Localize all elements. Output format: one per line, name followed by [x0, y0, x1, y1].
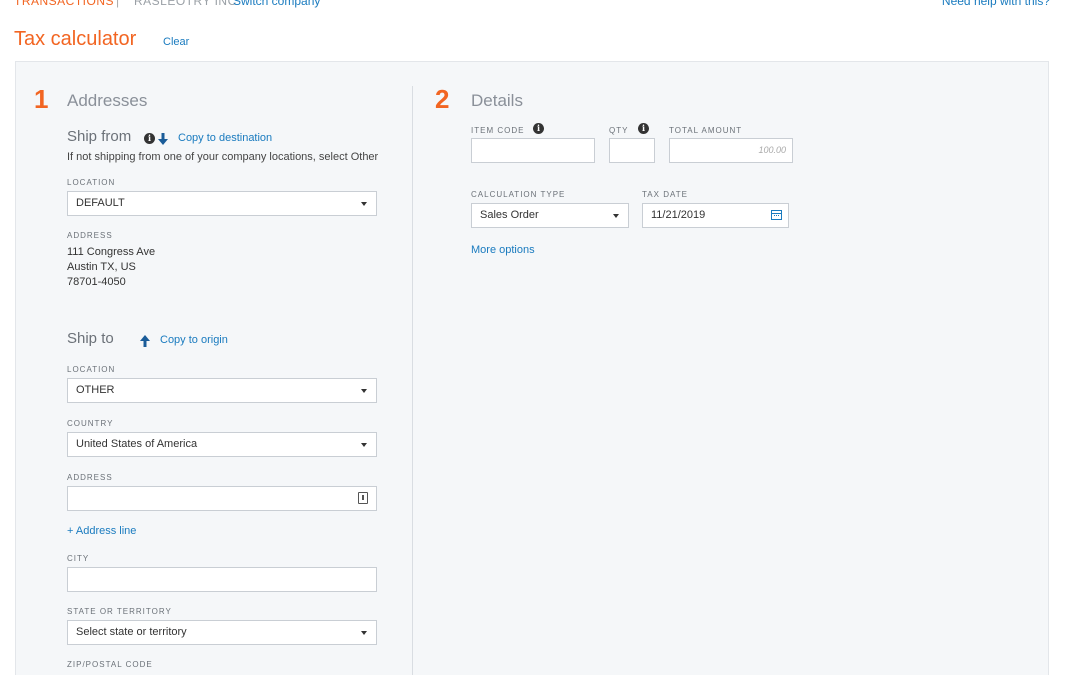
clear-link[interactable]: Clear — [163, 36, 189, 48]
ship-to-country-label: COUNTRY — [67, 419, 114, 428]
calculation-type-label: CALCULATION TYPE — [471, 190, 566, 199]
calculation-type-value: Sales Order — [480, 209, 539, 221]
item-code-input[interactable] — [471, 138, 595, 163]
tax-date-label: TAX DATE — [642, 190, 688, 199]
add-address-line-link[interactable]: + Address line — [67, 525, 136, 537]
qty-label: QTY — [609, 126, 629, 135]
copy-to-origin-link[interactable]: Copy to origin — [160, 334, 228, 346]
arrow-up-icon — [140, 335, 150, 347]
ship-to-city-label: CITY — [67, 554, 90, 563]
calendar-icon[interactable] — [771, 210, 782, 220]
item-code-info-icon[interactable]: i — [533, 123, 544, 134]
ship-to-address-label: ADDRESS — [67, 473, 113, 482]
ship-to-location-value: OTHER — [76, 384, 115, 396]
total-amount-placeholder: 100.00 — [758, 145, 786, 155]
ship-from-location-value: DEFAULT — [76, 197, 125, 209]
page-title: Tax calculator — [14, 28, 137, 50]
company-name: RASLEOTRY INC — [134, 0, 237, 8]
copy-to-destination-link[interactable]: Copy to destination — [178, 132, 272, 144]
chevron-down-icon — [361, 202, 367, 206]
column-divider — [412, 86, 413, 675]
tax-date-input[interactable]: 11/21/2019 — [642, 203, 789, 228]
ship-to-country-value: United States of America — [76, 438, 198, 450]
ship-from-address-label: ADDRESS — [67, 231, 113, 240]
step-number-addresses: 1 — [34, 84, 49, 114]
ship-from-hint: If not shipping from one of your company… — [67, 151, 379, 163]
tax-date-value: 11/21/2019 — [651, 209, 706, 221]
ship-from-location-label: LOCATION — [67, 178, 116, 187]
switch-company-link[interactable]: Switch company — [233, 0, 320, 8]
ship-to-zip-label: ZIP/POSTAL CODE — [67, 660, 153, 669]
ship-to-state-value: Select state or territory — [76, 626, 187, 638]
step-number-details: 2 — [435, 84, 450, 114]
chevron-down-icon — [361, 389, 367, 393]
ship-from-address-line2: Austin TX, US — [67, 261, 136, 273]
tax-calculator-panel: 1 Addresses Ship from i Copy to destinat… — [15, 61, 1049, 675]
address-lookup-icon[interactable] — [358, 492, 368, 504]
qty-input[interactable] — [609, 138, 655, 163]
details-heading: Details — [471, 91, 523, 110]
total-amount-label: TOTAL AMOUNT — [669, 126, 743, 135]
addresses-heading: Addresses — [67, 91, 148, 110]
breadcrumb-transactions[interactable]: TRANSACTIONS — [14, 0, 114, 8]
ship-to-city-input[interactable] — [67, 567, 377, 592]
chevron-down-icon — [613, 214, 619, 218]
total-amount-input[interactable]: 100.00 — [669, 138, 793, 163]
ship-to-country-select[interactable]: United States of America — [67, 432, 377, 457]
item-code-label: ITEM CODE — [471, 126, 525, 135]
ship-to-heading: Ship to — [67, 330, 114, 347]
ship-to-state-label: STATE OR TERRITORY — [67, 607, 172, 616]
breadcrumb-separator: | — [116, 0, 120, 8]
chevron-down-icon — [361, 443, 367, 447]
ship-from-info-icon[interactable]: i — [144, 133, 155, 144]
ship-from-location-select[interactable]: DEFAULT — [67, 191, 377, 216]
ship-from-address-line1: 111 Congress Ave — [67, 246, 156, 258]
ship-from-heading: Ship from — [67, 128, 132, 145]
ship-from-address-line3: 78701-4050 — [67, 276, 126, 288]
arrow-down-icon — [158, 133, 168, 145]
ship-to-location-select[interactable]: OTHER — [67, 378, 377, 403]
ship-to-state-select[interactable]: Select state or territory — [67, 620, 377, 645]
more-options-link[interactable]: More options — [471, 244, 535, 256]
help-link[interactable]: Need help with this? — [942, 0, 1050, 8]
qty-info-icon[interactable]: i — [638, 123, 649, 134]
ship-to-location-label: LOCATION — [67, 365, 116, 374]
top-bar: TRANSACTIONS | RASLEOTRY INC Switch comp… — [0, 0, 1080, 8]
ship-to-address-input[interactable] — [67, 486, 377, 511]
calculation-type-select[interactable]: Sales Order — [471, 203, 629, 228]
chevron-down-icon — [361, 631, 367, 635]
